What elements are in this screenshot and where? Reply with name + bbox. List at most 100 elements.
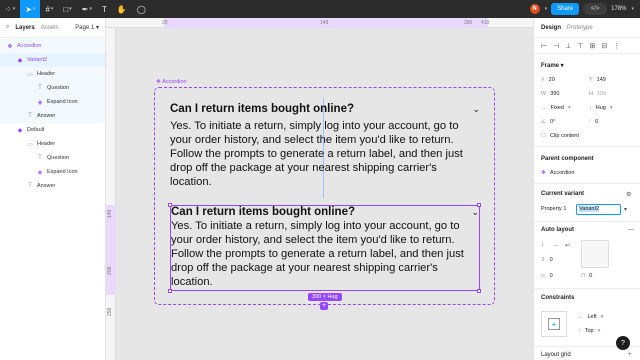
height-mode-select[interactable]: ↕ Hug ▾ (589, 105, 613, 111)
canvas[interactable]: 20 149 390 410 149 208 258 ❖ Accordion C… (106, 18, 533, 360)
x-field[interactable]: X 20 (541, 77, 555, 83)
padding-value: 0 (549, 273, 553, 279)
answer-text: Yes. To initiate a return, simply log in… (171, 220, 464, 288)
padding-vertical-value: 0 (589, 273, 593, 279)
alignment-grid[interactable] (581, 240, 609, 268)
help-button[interactable]: ? (616, 336, 630, 350)
accordion-variant-default[interactable]: Can I return items bought online? ⌄ Yes.… (170, 103, 480, 189)
chevron-down-icon[interactable]: ▾ (545, 6, 548, 12)
figma-menu-icon[interactable]: ⁘ ▾ (0, 0, 20, 18)
variant-settings-icon[interactable]: ⚙ (626, 191, 631, 198)
frame-icon: # (45, 4, 50, 14)
component-set-icon: ❖ (541, 170, 546, 176)
resize-handle[interactable] (168, 289, 172, 293)
chevron-down-icon[interactable]: ⌄ (471, 207, 479, 218)
rotation-value: 0° (549, 119, 556, 125)
layer-question[interactable]: T Question (0, 81, 105, 95)
layer-answer[interactable]: T Answer (0, 179, 105, 193)
rotation-field[interactable]: ∠ 0° (541, 119, 555, 125)
zoom-level[interactable]: 178% (611, 6, 626, 12)
move-icon: ➤ (25, 4, 32, 14)
tab-assets[interactable]: Assets (41, 25, 59, 31)
layer-expand-icon[interactable]: ◈ Expand Icon (0, 165, 105, 179)
distribute-icon[interactable]: ⋮ (613, 42, 620, 50)
share-button[interactable]: Share (551, 3, 580, 15)
pen-tool-button[interactable]: ✒ ▾ (77, 0, 97, 18)
question-text: Can I return items bought online? (171, 206, 355, 218)
zoom-chevron-icon[interactable]: ▾ (631, 6, 634, 12)
remove-autolayout-icon[interactable]: — (628, 227, 634, 233)
align-right-icon[interactable]: ⊥ (565, 42, 571, 50)
chevron-down-icon[interactable]: ⌄ (472, 104, 480, 115)
section-title-layout-grid[interactable]: Layout grid (541, 352, 571, 358)
padding-vertical-field[interactable]: ⊓ 0 (581, 273, 592, 279)
plus-icon: + (548, 318, 560, 330)
tab-prototype[interactable]: Prototype (567, 25, 593, 31)
width-mode-select[interactable]: ↔ Fixed ▾ (541, 105, 571, 111)
layer-answer[interactable]: T Answer (0, 109, 105, 123)
align-top-icon[interactable]: ⊤ (577, 42, 583, 50)
variant-property-input[interactable]: Variant2 (576, 204, 621, 215)
tab-design[interactable]: Design (541, 25, 561, 31)
height-field[interactable]: H 109 (589, 91, 606, 97)
gap-field[interactable]: ⇕ 0 (541, 257, 553, 263)
frame-title: Frame (541, 63, 560, 69)
layer-question[interactable]: T Question (0, 151, 105, 165)
direction-horizontal-icon[interactable]: → (553, 242, 559, 248)
comment-tool-button[interactable]: ◯ (132, 0, 151, 18)
text-tool-button[interactable]: T (97, 0, 112, 18)
dev-mode-toggle[interactable]: </> (583, 3, 608, 15)
parent-component-link[interactable]: ❖ Accordion (541, 170, 574, 176)
variant-icon: ◆ (17, 57, 23, 64)
resize-handle[interactable] (168, 203, 172, 207)
align-middle-icon[interactable]: ⊞ (589, 42, 595, 50)
align-bottom-icon[interactable]: ⊟ (601, 42, 607, 50)
radius-value: 0 (595, 119, 599, 125)
direction-vertical-icon[interactable]: ↓ (541, 242, 544, 248)
layer-expand-icon[interactable]: ◈ Expand Icon (0, 95, 105, 109)
page-selector[interactable]: Page 1 ▾ (75, 24, 99, 31)
align-left-icon[interactable]: ⊢ (541, 42, 547, 50)
avatar[interactable]: N (529, 4, 540, 14)
width-field[interactable]: W 390 (541, 91, 559, 97)
frame-tool-button[interactable]: # ▾ (40, 0, 58, 18)
component-set-label[interactable]: ❖ Accordion (156, 79, 187, 85)
pen-icon: ✒ (81, 4, 89, 14)
ruler-mark: 208 (107, 266, 113, 275)
constraints-widget[interactable]: + (541, 311, 567, 337)
layer-label: Header (37, 141, 56, 147)
radius-field[interactable]: ◜ 0 (589, 119, 598, 125)
add-grid-icon[interactable]: + (628, 352, 632, 358)
divider (534, 221, 640, 222)
y-field[interactable]: Y 149 (589, 77, 606, 83)
search-icon[interactable]: ⌕ (6, 24, 9, 31)
tab-layers[interactable]: Layers (15, 25, 34, 31)
layer-variant2[interactable]: ◆ Variant2 (0, 53, 105, 67)
resize-handle[interactable] (477, 289, 481, 293)
direction-wrap-icon[interactable]: ↩ (565, 242, 570, 249)
y-value: 149 (596, 77, 606, 83)
question-text: Can I return items bought online? (170, 103, 354, 115)
layers-panel: ⌕ Layers Assets Page 1 ▾ ❖ Accordion ◆ V… (0, 18, 106, 360)
accordion-variant-2[interactable]: Can I return items bought online? ⌄ Yes.… (170, 205, 480, 291)
layer-header[interactable]: ▭ Header (0, 137, 105, 151)
horizontal-ruler: 20 149 390 410 (106, 18, 533, 28)
clip-content-checkbox[interactable]: ☐ Clip content (541, 133, 579, 139)
constraint-horizontal-select[interactable]: ↔ Left ▾ (578, 314, 603, 320)
section-title-frame[interactable]: Frame ▾ (541, 62, 564, 69)
padding-field[interactable]: ⊏ 0 (541, 273, 553, 279)
move-tool-button[interactable]: ➤ ▾ (20, 0, 41, 18)
shape-tool-button[interactable]: □ ▾ (58, 0, 76, 18)
align-center-h-icon[interactable]: ⊣ (553, 42, 559, 50)
layer-default[interactable]: ◆ Default (0, 123, 105, 137)
layer-accordion[interactable]: ❖ Accordion (0, 39, 105, 53)
add-variant-button[interactable]: + (320, 302, 328, 310)
constraint-vertical-select[interactable]: ↕ Top ▾ (578, 328, 600, 334)
layer-header[interactable]: ▭ Header (0, 67, 105, 81)
hand-tool-button[interactable]: ✋ (112, 0, 132, 18)
text-icon: T (101, 4, 107, 14)
chevron-down-icon[interactable]: ▾ (624, 206, 627, 213)
ruler-mark: 149 (107, 209, 113, 218)
layer-label: Answer (37, 113, 56, 119)
resize-handle[interactable] (477, 203, 481, 207)
